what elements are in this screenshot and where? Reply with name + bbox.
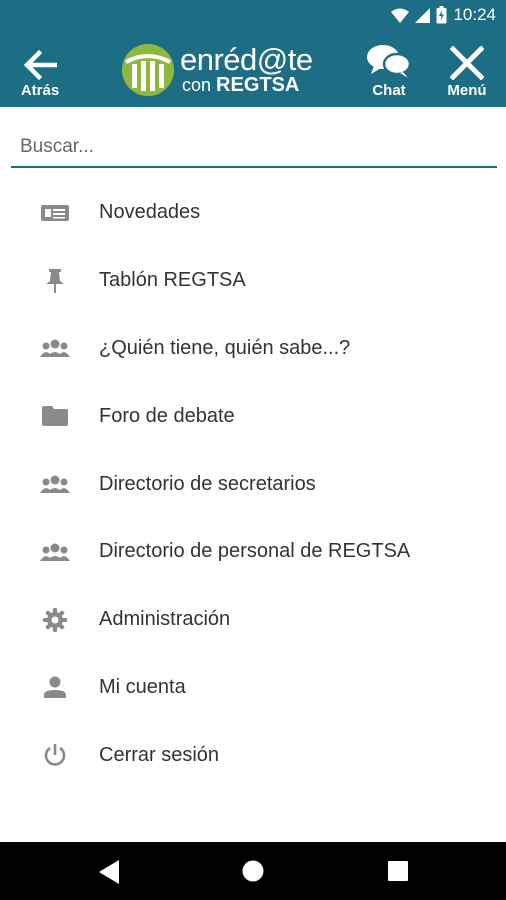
menu-item-label: Cerrar sesión [99, 743, 220, 766]
battery-icon [436, 6, 447, 24]
menu-item-label: Directorio de secretarios [99, 472, 316, 495]
logo-subtitle: con REGTSA [182, 74, 299, 97]
menu-close-button[interactable]: Menú [440, 30, 494, 107]
group-icon [35, 339, 75, 358]
signal-icon [415, 7, 431, 23]
menu-item-tablon[interactable]: Tablón REGTSA [0, 247, 506, 315]
menu-item-mi-cuenta[interactable]: Mi cuenta [0, 654, 506, 722]
menu-item-label: Foro de debate [99, 404, 235, 427]
chat-icon [367, 45, 412, 78]
app-bar: Atrás enréd@te con REGTSA Chat Menú [0, 30, 506, 107]
menu-item-label: Novedades [99, 201, 201, 224]
pin-icon [35, 268, 75, 293]
chat-label: Chat [372, 82, 406, 99]
system-nav-bar [0, 842, 506, 900]
menu-item-label: ¿Quién tiene, quién sabe...? [99, 336, 351, 359]
logo-title: enréd@te [180, 42, 313, 77]
menu-item-foro[interactable]: Foro de debate [0, 382, 506, 450]
wifi-icon [391, 8, 410, 23]
group-icon [35, 543, 75, 561]
status-bar: 10:24 [0, 0, 506, 30]
folder-icon [35, 406, 75, 427]
back-label: Atrás [20, 82, 60, 99]
group-icon [35, 475, 75, 494]
menu-item-novedades[interactable]: Novedades [0, 179, 506, 247]
nav-back-icon[interactable] [99, 860, 121, 884]
logo-subtitle-prefix: con [182, 75, 217, 95]
back-button[interactable]: Atrás [14, 30, 66, 107]
gear-icon [35, 607, 75, 632]
menu-list: Novedades Tablón REGTSA ¿Quién tiene, qu… [0, 179, 506, 789]
close-icon [450, 46, 484, 80]
person-icon [35, 676, 75, 699]
arrow-left-icon [23, 50, 57, 80]
logo-mark-icon [122, 44, 174, 96]
menu-item-label: Administración [99, 608, 231, 631]
menu-item-label: Tablón REGTSA [99, 269, 246, 292]
search-input[interactable] [11, 128, 497, 168]
menu-item-label: Mi cuenta [99, 675, 186, 698]
newspaper-icon [35, 203, 75, 223]
nav-recents-icon[interactable] [388, 861, 408, 881]
nav-home-icon[interactable] [242, 860, 264, 882]
status-time: 10:24 [453, 5, 496, 24]
chat-button[interactable]: Chat [360, 30, 418, 107]
app-logo: enréd@te con REGTSA [122, 42, 313, 98]
power-icon [35, 743, 75, 767]
logo-subtitle-brand: REGTSA [216, 74, 300, 96]
status-icons: 10:24 [391, 5, 496, 25]
menu-item-administracion[interactable]: Administración [0, 586, 506, 654]
menu-item-quien-tiene[interactable]: ¿Quién tiene, quién sabe...? [0, 315, 506, 383]
menu-item-directorio-personal[interactable]: Directorio de personal de REGTSA [0, 518, 506, 586]
menu-item-directorio-secretarios[interactable]: Directorio de secretarios [0, 450, 506, 518]
menu-item-label: Directorio de personal de REGTSA [99, 540, 411, 563]
menu-label: Menú [447, 82, 487, 99]
menu-item-cerrar-sesion[interactable]: Cerrar sesión [0, 721, 506, 789]
